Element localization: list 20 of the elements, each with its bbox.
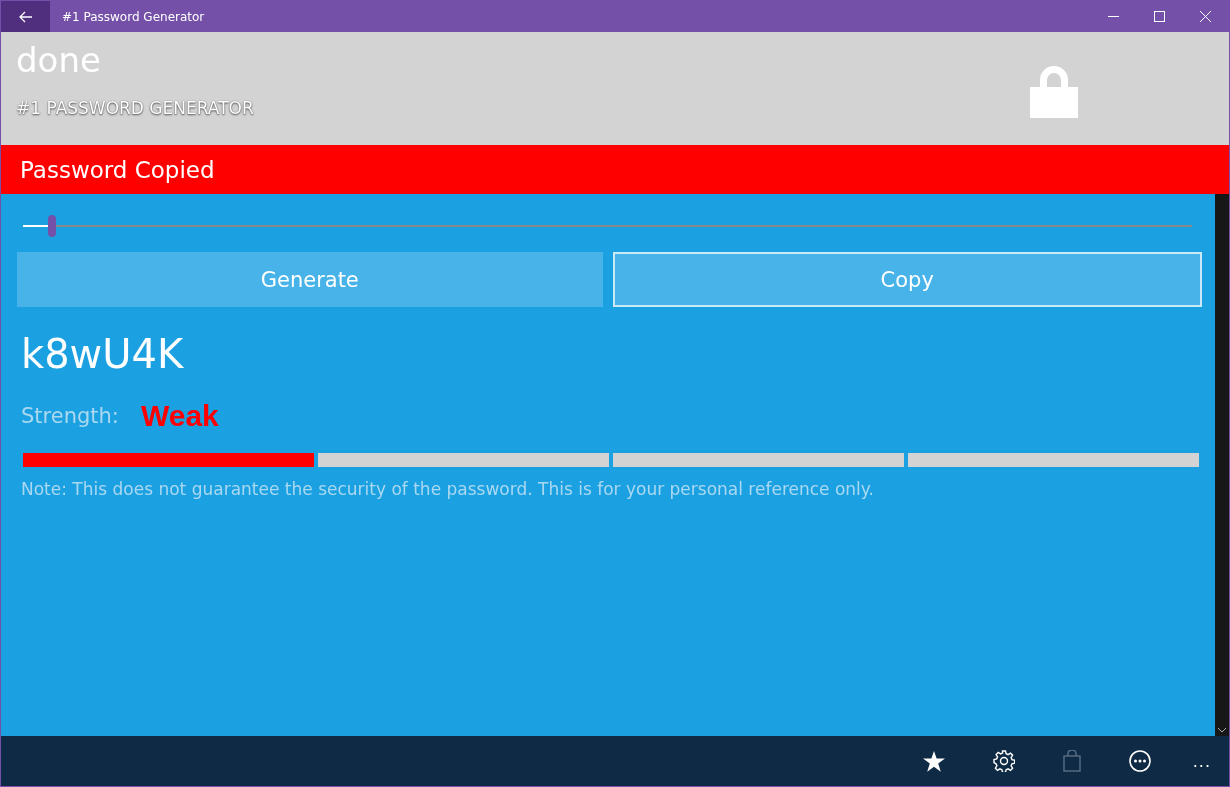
password-text: k8wU4K — [20, 330, 185, 379]
slider-thumb[interactable] — [48, 215, 57, 237]
overflow-menu-button[interactable]: ... — [1192, 751, 1211, 771]
back-arrow-icon — [18, 10, 33, 23]
app-name: #1 PASSWORD GENERATOR — [16, 98, 254, 118]
banner-text: Password Copied — [20, 156, 215, 183]
star-icon[interactable] — [922, 750, 945, 772]
maximize-icon[interactable] — [1154, 11, 1165, 22]
note-text: Note: This does not guarantee the security of the password. This is for your personal reference only. — [20, 479, 875, 499]
strength-value: Weak — [140, 399, 219, 433]
back-button[interactable] — [1, 1, 50, 32]
more-circle-icon[interactable] — [1128, 750, 1151, 772]
scroll-down-icon[interactable] — [1218, 728, 1226, 733]
strength-label: Strength: — [21, 404, 119, 428]
settings-icon[interactable] — [992, 750, 1015, 772]
copy-button[interactable]: Copy — [612, 252, 1202, 307]
close-icon[interactable] — [1200, 11, 1211, 22]
generate-button[interactable]: Generate — [17, 252, 603, 307]
window-title: #1 Password Generator — [62, 9, 205, 24]
length-slider[interactable] — [23, 215, 1192, 237]
